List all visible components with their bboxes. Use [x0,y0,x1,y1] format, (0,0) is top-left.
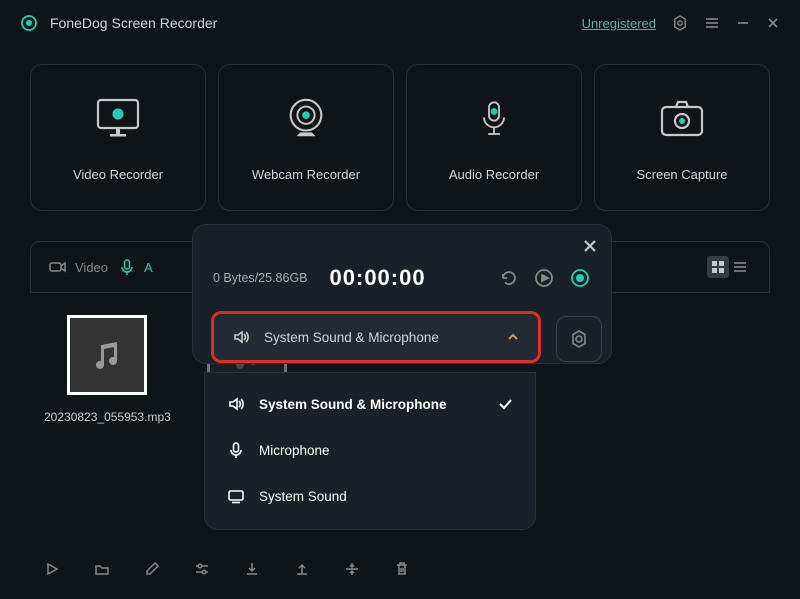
app-title: FoneDog Screen Recorder [50,15,217,31]
audio-source-selector[interactable]: System Sound & Microphone [211,311,541,363]
storage-text: 0 Bytes/25.86GB [213,271,308,285]
tab-audio-label: A [144,260,153,275]
music-file-icon [67,315,147,395]
minimize-button[interactable] [736,16,750,30]
dropdown-item-microphone[interactable]: Microphone [205,427,535,473]
tab-audio[interactable]: A [118,258,153,276]
upload-icon[interactable] [294,561,310,577]
list-view-button[interactable] [729,256,751,278]
dropdown-item-label: Microphone [259,443,330,458]
dropdown-item-system-sound[interactable]: System Sound [205,473,535,519]
record-icon[interactable] [569,267,591,289]
chevron-up-icon [506,330,520,344]
microphone-icon [470,95,518,143]
speaker-icon [232,328,250,346]
selector-label: System Sound & Microphone [264,330,439,345]
recording-panel: 0 Bytes/25.86GB 00:00:00 System Sound & … [192,224,612,364]
panel-controls [497,267,591,289]
panel-close-icon[interactable] [583,239,597,253]
webcam-icon [282,95,330,143]
panel-status-row: 0 Bytes/25.86GB 00:00:00 [211,265,593,291]
speaker-icon [227,395,245,413]
webcam-recorder-label: Webcam Recorder [252,167,360,182]
audio-source-dropdown: System Sound & Microphone Microphone Sys… [204,372,536,530]
video-recorder-label: Video Recorder [73,167,163,182]
registration-status[interactable]: Unregistered [582,16,656,31]
edit-icon[interactable] [144,561,160,577]
mode-cards: Video Recorder Webcam Recorder Audio Rec… [0,46,800,211]
audio-recorder-card[interactable]: Audio Recorder [406,64,582,211]
audio-settings-button[interactable] [556,316,602,362]
undo-icon[interactable] [497,267,519,289]
file-name: 20230823_055953.mp3 [44,409,171,426]
screen-capture-card[interactable]: Screen Capture [594,64,770,211]
camera-icon [658,95,706,143]
trash-icon[interactable] [394,561,410,577]
monitor-icon [94,95,142,143]
close-button[interactable] [766,16,780,30]
play-icon[interactable] [44,561,60,577]
settings-gear-icon[interactable] [672,15,688,31]
microphone-icon [227,441,245,459]
video-camera-icon [49,258,67,276]
view-toggle [707,256,751,278]
play-circle-icon[interactable] [533,267,555,289]
hamburger-menu-icon[interactable] [704,15,720,31]
grid-view-button[interactable] [707,256,729,278]
mic-small-icon [118,258,136,276]
app-logo-icon [20,14,38,32]
sliders-icon[interactable] [194,561,210,577]
compress-icon[interactable] [344,561,360,577]
video-recorder-card[interactable]: Video Recorder [30,64,206,211]
download-icon[interactable] [244,561,260,577]
dropdown-item-label: System Sound [259,489,347,504]
header-right: Unregistered [582,15,780,31]
screen-capture-label: Screen Capture [636,167,727,182]
header-left: FoneDog Screen Recorder [20,14,217,32]
tab-video[interactable]: Video [49,258,108,276]
folder-icon[interactable] [94,561,110,577]
webcam-recorder-card[interactable]: Webcam Recorder [218,64,394,211]
bottom-toolbar [44,561,410,577]
system-sound-icon [227,487,245,505]
dropdown-item-label: System Sound & Microphone [259,397,447,412]
title-bar: FoneDog Screen Recorder Unregistered [0,0,800,46]
tab-video-label: Video [75,260,108,275]
audio-recorder-label: Audio Recorder [449,167,539,182]
checkmark-icon [497,396,513,412]
file-item[interactable]: 20230823_055953.mp3 [44,315,171,426]
timer-display: 00:00:00 [330,265,426,291]
dropdown-item-system-and-mic[interactable]: System Sound & Microphone [205,381,535,427]
